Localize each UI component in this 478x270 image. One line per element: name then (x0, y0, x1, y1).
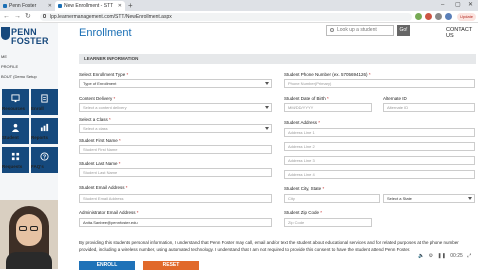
sidebar-link-home[interactable]: ME (1, 54, 7, 59)
field-label: Student First Name * (79, 138, 121, 143)
content-delivery-select[interactable]: Select a content delivery (79, 103, 272, 112)
close-tab-icon[interactable]: ✕ (48, 1, 52, 11)
tile-label: Enroll (31, 106, 44, 111)
section-header: LEARNER INFORMATION (79, 54, 476, 64)
page-title: Enrollment (79, 27, 132, 39)
email-input[interactable]: Student Email Address (79, 194, 272, 203)
tile-enroll[interactable]: Enroll (31, 89, 58, 115)
browser-tab[interactable]: Penn Foster ✕ (0, 1, 55, 11)
sidebar-link-profile[interactable]: PROFILE (1, 64, 18, 69)
pause-icon[interactable]: ❚❚ (438, 253, 446, 259)
field-label: Student City, State * (284, 186, 325, 191)
city-input[interactable]: City (284, 194, 380, 203)
student-search-input[interactable]: Look up a student (326, 25, 394, 36)
address-line-2-input[interactable]: Address Line 2 (284, 142, 475, 151)
go-button[interactable]: Go! (397, 25, 410, 36)
tile-label: Student (2, 135, 19, 140)
monitor-icon (11, 94, 20, 103)
field-label: Student Date of Birth * (284, 96, 329, 101)
address-line-3-input[interactable]: Address Line 3 (284, 156, 475, 165)
field-label: Alternate ID (383, 96, 407, 101)
sidebar-link-about[interactable]: BOUT (Demo Setup (1, 74, 37, 79)
last-name-input[interactable]: Student Last Name (79, 168, 272, 177)
class-select[interactable]: Select a class (79, 124, 272, 133)
volume-icon[interactable]: 🔈 (418, 253, 424, 259)
state-select[interactable]: Select a State (383, 194, 475, 203)
tile-label: Reports (31, 135, 49, 140)
dob-input[interactable]: MM/DD/YYYY (284, 103, 372, 112)
address-line-4-input[interactable]: Address Line 4 (284, 170, 475, 179)
tile-label: Requests (2, 164, 23, 169)
fullscreen-icon[interactable]: ⤢ (467, 253, 471, 259)
field-label: Student Last Name * (79, 161, 121, 166)
consent-text: By providing this students personal info… (79, 240, 459, 252)
reload-icon[interactable]: ↻ (25, 12, 31, 22)
phone-input[interactable]: Phone Number(Primary) (284, 79, 475, 88)
document-icon (41, 94, 48, 103)
enrollment-type-select[interactable]: Type of Enrollment (79, 79, 272, 88)
admin-email-input[interactable]: Anita.Sanbee@pennfoster.edu (79, 218, 272, 227)
shield-icon (1, 27, 10, 40)
url-field[interactable]: lpp.learnermanagement.com/STT/NewEnrollm… (40, 13, 412, 21)
video-time: 00:25 (450, 253, 463, 259)
contact-us-link[interactable]: CONTACT US (446, 27, 478, 39)
question-icon: ? (40, 152, 49, 161)
profile-avatar[interactable] (445, 13, 452, 20)
tile-reports[interactable]: Reports (31, 118, 58, 144)
lock-icon[interactable] (43, 14, 46, 18)
tab-label: New Enrollment - STT (64, 3, 114, 9)
maximize-icon[interactable]: ▢ (455, 0, 461, 11)
search-placeholder: Look up a student (337, 27, 377, 33)
tab-label: Penn Foster (9, 3, 37, 9)
tile-faqs[interactable]: ? FAQ's (31, 147, 58, 173)
extension-icon[interactable] (415, 13, 422, 20)
update-button[interactable]: Update (457, 13, 476, 21)
extension-icon[interactable] (425, 13, 432, 20)
favicon-icon (3, 4, 7, 8)
close-window-icon[interactable]: ✕ (468, 0, 473, 11)
address-line-1-input[interactable]: Address Line 1 (284, 128, 475, 137)
field-label: Select Enrollment Type * (79, 72, 129, 77)
grid-icon (11, 152, 20, 161)
field-label: Student Phone Number (ex. 5705694126) * (284, 72, 371, 77)
penn-foster-logo[interactable]: PENN FOSTER (0, 24, 58, 51)
tile-requests[interactable]: Requests (2, 147, 29, 173)
svg-text:?: ? (43, 155, 46, 161)
url-text: lpp.learnermanagement.com/STT/NewEnrollm… (50, 14, 172, 20)
close-tab-icon[interactable]: ✕ (118, 1, 122, 11)
browser-tab-active[interactable]: New Enrollment - STT ✕ (55, 1, 125, 11)
tile-student[interactable]: Student (2, 118, 29, 144)
back-icon[interactable]: ← (3, 12, 10, 22)
first-name-input[interactable]: Student First Name (79, 145, 272, 154)
field-label: Content Delivery * (79, 96, 116, 101)
tile-label: FAQ's (31, 164, 44, 169)
favicon-icon (58, 4, 62, 8)
webcam-overlay (0, 200, 58, 269)
chart-icon (40, 123, 49, 132)
field-label: Student Address * (284, 120, 321, 125)
logo-text: FOSTER (11, 36, 49, 46)
field-label: Administrator Email Address * (79, 210, 139, 215)
person-icon (11, 123, 20, 132)
settings-icon[interactable]: ⚙ (429, 253, 433, 259)
search-icon (330, 28, 334, 32)
address-bar-row: ← → ↻ lpp.learnermanagement.com/STT/NewE… (0, 11, 478, 23)
alternate-id-input[interactable]: Alternate ID (383, 103, 475, 112)
browser-tabstrip: Penn Foster ✕ New Enrollment - STT ✕ + –… (0, 0, 478, 11)
zip-input[interactable]: Zip Code (284, 218, 372, 227)
forward-icon[interactable]: → (14, 12, 21, 22)
field-label: Select a Class * (79, 117, 111, 122)
minimize-icon[interactable]: – (441, 0, 444, 11)
field-label: Student Zip Code * (284, 210, 323, 215)
tile-label: Resources (2, 106, 26, 111)
field-label: Student Email Address * (79, 185, 128, 190)
new-tab-icon[interactable]: + (128, 0, 133, 11)
tile-resources[interactable]: Resources (2, 89, 29, 115)
star-icon[interactable] (435, 13, 442, 20)
video-controls: 🔈 ⚙ ❚❚ 00:25 ⤢ (418, 253, 471, 261)
